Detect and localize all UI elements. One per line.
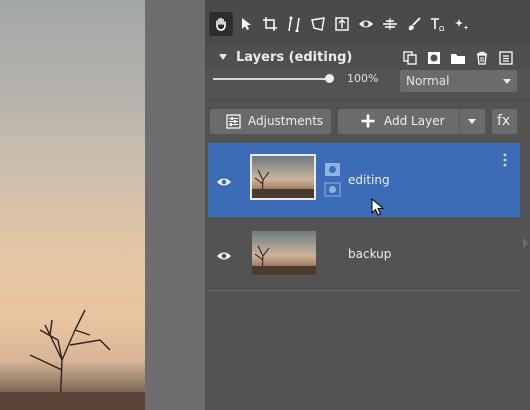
layers-title: Layers (editing) — [236, 50, 353, 65]
panel-menu-icon[interactable] — [497, 49, 515, 67]
trash-icon[interactable] — [473, 49, 491, 67]
layer-thumbnail — [250, 154, 316, 200]
hand-icon[interactable] — [209, 12, 233, 36]
straighten-icon[interactable] — [282, 12, 306, 36]
visibility-eye-icon[interactable] — [216, 173, 232, 192]
sparkle-icon[interactable] — [450, 12, 474, 36]
plus-icon — [360, 113, 376, 133]
crop-icon[interactable] — [258, 12, 282, 36]
layer-row-backup[interactable]: backup — [208, 217, 520, 291]
add-layer-button[interactable]: Add Layer — [338, 109, 485, 134]
expand-arrow-icon[interactable] — [523, 238, 528, 248]
opacity-slider-knob[interactable] — [325, 74, 334, 83]
folder-icon[interactable] — [449, 49, 467, 67]
right-panel: Ω Layers (editing) 100% Normal Adjustmen… — [205, 0, 530, 410]
opacity-value: 100% — [347, 72, 379, 85]
canvas-area — [145, 0, 205, 410]
pointer-icon[interactable] — [234, 12, 258, 36]
opacity-slider-track[interactable] — [213, 78, 333, 80]
duplicate-layer-icon[interactable] — [401, 49, 419, 67]
layer-mask-icon[interactable] — [425, 49, 443, 67]
mask-indicator-icon[interactable] — [324, 162, 342, 202]
level-icon[interactable] — [378, 12, 402, 36]
blend-mode-select[interactable]: Normal — [400, 70, 517, 92]
transform-icon[interactable] — [306, 12, 330, 36]
adjustments-icon — [226, 114, 241, 133]
visibility-eye-icon[interactable] — [216, 247, 232, 266]
layers-header[interactable]: Layers (editing) — [205, 46, 530, 70]
layer-name: editing — [348, 173, 390, 187]
chevron-down-icon — [503, 79, 511, 84]
add-layer-label: Add Layer — [384, 114, 445, 128]
eye-tool-icon[interactable] — [354, 12, 378, 36]
layer-thumbnail — [252, 231, 316, 275]
fx-label: fx — [497, 113, 511, 129]
text-frame-icon[interactable] — [330, 12, 354, 36]
svg-text:Ω: Ω — [439, 25, 445, 32]
canvas-photo — [0, 0, 145, 410]
adjustments-label: Adjustments — [248, 114, 324, 128]
blend-mode-value: Normal — [406, 74, 450, 88]
tools-toolbar: Ω — [205, 0, 530, 46]
layer-name: backup — [348, 247, 392, 261]
button-separator — [459, 109, 460, 134]
divider — [205, 99, 530, 100]
add-layer-dropdown-icon[interactable] — [468, 119, 476, 124]
layer-options-icon[interactable] — [503, 152, 507, 171]
divider — [208, 290, 520, 291]
layer-row-editing[interactable]: editing — [208, 143, 520, 217]
brush-icon[interactable] — [402, 12, 426, 36]
tree-silhouette — [0, 309, 145, 410]
fx-button[interactable]: fx — [492, 109, 517, 134]
collapse-triangle-icon[interactable] — [219, 54, 227, 60]
adjustments-button[interactable]: Adjustments — [210, 109, 331, 134]
text-icon[interactable]: Ω — [426, 12, 450, 36]
